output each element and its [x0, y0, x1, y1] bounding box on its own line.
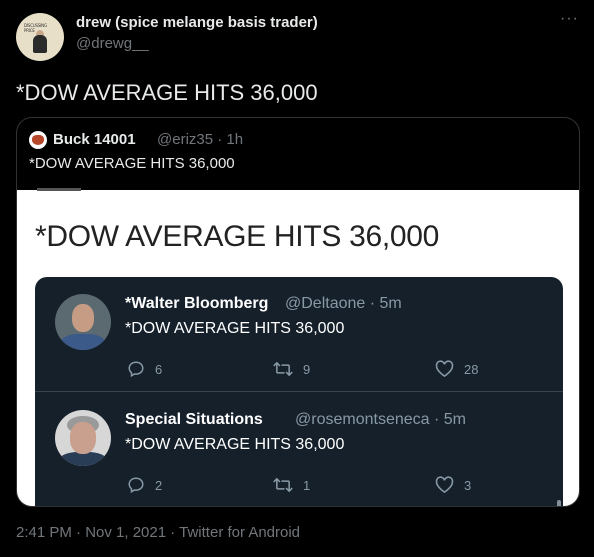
embedded-tweet-text: *DOW AVERAGE HITS 36,000 [125, 320, 345, 337]
image-top-fragment [37, 188, 81, 191]
tweet-timestamp[interactable]: 2:41 PM · Nov 1, 2021 · Twitter for Andr… [16, 524, 300, 541]
reply-icon [128, 361, 144, 378]
like-action: 28 [435, 360, 478, 378]
like-action: 3 [435, 476, 471, 494]
tweet-text: *DOW AVERAGE HITS 36,000 [16, 80, 318, 105]
embedded-author-meta: @rosemontseneca · 5m [295, 411, 466, 428]
tweet: DISCUSSING PRICE drew (spice melange bas… [0, 0, 594, 557]
retweet-count: 9 [303, 361, 311, 377]
reply-action: 2 [127, 476, 162, 494]
scrollbar [557, 500, 561, 506]
author-avatar[interactable]: DISCUSSING PRICE [16, 13, 64, 61]
retweet-count: 1 [303, 477, 311, 493]
retweet-icon [273, 477, 293, 493]
reply-icon [128, 477, 144, 494]
embedded-tweet: Special Situations @rosemontseneca · 5m … [35, 393, 563, 506]
quoted-tweet[interactable]: Buck 14001 @eriz35 · 1h *DOW AVERAGE HIT… [16, 117, 580, 507]
embedded-tweet: *Walter Bloomberg @Deltaone · 5m *DOW AV… [35, 277, 563, 392]
image-headline: *DOW AVERAGE HITS 36,000 [35, 220, 440, 253]
retweet-action: 1 [273, 476, 310, 494]
avatar-face [70, 422, 96, 454]
reply-action: 6 [127, 360, 162, 378]
deer-icon [32, 135, 44, 145]
quoted-avatar[interactable] [29, 131, 47, 149]
more-options-icon[interactable]: ··· [560, 10, 579, 28]
quoted-tweet-text: *DOW AVERAGE HITS 36,000 [29, 155, 235, 172]
quoted-author-meta: @eriz35 · 1h [157, 131, 244, 148]
quoted-image[interactable]: *DOW AVERAGE HITS 36,000 *Walter Bloombe… [17, 188, 579, 506]
reply-count: 2 [155, 477, 163, 493]
embedded-tweet-text: *DOW AVERAGE HITS 36,000 [125, 436, 345, 453]
reply-count: 6 [155, 361, 163, 377]
avatar-face [72, 304, 94, 332]
retweet-action: 9 [273, 360, 310, 378]
heart-icon [435, 476, 454, 494]
embedded-author-name: *Walter Bloomberg [125, 295, 269, 312]
author-name[interactable]: drew (spice melange basis trader) [76, 14, 318, 31]
like-count: 3 [464, 477, 472, 493]
quoted-author-name[interactable]: Buck 14001 [53, 131, 136, 148]
retweet-icon [273, 361, 293, 377]
avatar-suit [59, 452, 107, 466]
avatar-shirt [61, 334, 105, 350]
embedded-avatar [55, 294, 111, 350]
embedded-avatar [55, 410, 111, 466]
heart-icon [435, 360, 454, 378]
like-count: 28 [464, 361, 479, 377]
avatar-figure [33, 35, 47, 53]
embedded-tweets-screenshot: *Walter Bloomberg @Deltaone · 5m *DOW AV… [35, 277, 563, 506]
author-handle[interactable]: @drewg__ [76, 35, 149, 52]
embedded-author-name: Special Situations [125, 411, 263, 428]
embedded-author-meta: @Deltaone · 5m [285, 295, 402, 312]
